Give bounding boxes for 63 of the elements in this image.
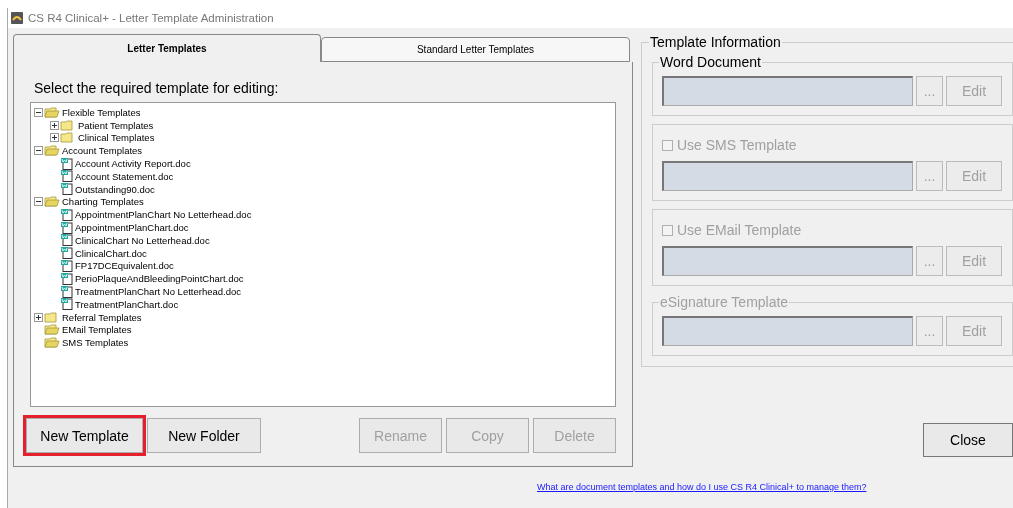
checkbox-label: Use EMail Template <box>677 222 802 238</box>
template-file-item[interactable]: ClinicalChart.doc <box>75 247 147 259</box>
open-folder-icon <box>44 324 60 336</box>
tab[interactable]: Letter Templates <box>13 34 321 62</box>
template-file-item[interactable]: TreatmentPlanChart.doc <box>75 298 179 310</box>
document-icon <box>60 247 73 260</box>
document-icon <box>60 298 73 311</box>
template-file-item[interactable]: Outstanding90.doc <box>75 183 155 195</box>
collapse-toggle[interactable] <box>34 197 43 207</box>
document-icon <box>60 221 73 234</box>
template-folder-item[interactable]: EMail Templates <box>62 324 132 336</box>
template-folder-item[interactable]: Clinical Templates <box>78 132 155 144</box>
template-file-item[interactable]: ClinicalChart No Letterhead.doc <box>75 234 210 246</box>
open-folder-icon <box>44 145 60 157</box>
document-icon <box>60 183 73 196</box>
template-folder-item[interactable]: Account Templates <box>62 145 143 157</box>
document-icon <box>60 234 73 247</box>
section-title: Word Document <box>659 54 762 70</box>
folder-icon <box>60 119 76 131</box>
template-folder-item[interactable]: SMS Templates <box>62 337 129 349</box>
template-file-item[interactable]: PerioPlaqueAndBleedingPointChart.doc <box>75 273 244 285</box>
help-link[interactable]: What are document templates and how do I use CS R4 Clinical+ to manage them? <box>537 481 867 494</box>
expand-toggle[interactable] <box>50 133 59 143</box>
template-file-item[interactable]: FP17DCEquivalent.doc <box>75 260 174 272</box>
instruction-text: Select the required template for editing: <box>34 80 280 96</box>
action-button[interactable]: New Folder <box>147 418 261 453</box>
section-title: eSignature Template <box>659 294 790 310</box>
action-button[interactable]: New Template <box>26 418 143 453</box>
collapse-toggle[interactable] <box>34 146 43 156</box>
template-file-item[interactable]: TreatmentPlanChart No Letterhead.doc <box>75 286 241 298</box>
file-path-field[interactable] <box>662 76 913 106</box>
file-path-field[interactable] <box>662 316 913 346</box>
expand-toggle[interactable] <box>50 120 59 130</box>
document-icon <box>60 272 73 285</box>
checkbox-label: Use SMS Template <box>677 137 797 153</box>
document-icon <box>60 285 73 298</box>
document-icon <box>60 208 73 221</box>
expand-toggle[interactable] <box>34 312 43 322</box>
template-file-item[interactable]: Account Activity Report.doc <box>75 158 191 170</box>
open-folder-icon <box>44 106 60 118</box>
template-folder-item[interactable]: Patient Templates <box>78 119 154 131</box>
file-path-field[interactable] <box>662 161 913 191</box>
group-title: Template Information <box>649 34 782 50</box>
template-folder-item[interactable]: Flexible Templates <box>62 106 141 118</box>
folder-icon <box>60 132 76 144</box>
open-folder-icon <box>44 196 60 208</box>
open-folder-icon <box>44 337 60 349</box>
document-icon <box>60 170 73 183</box>
template-file-item[interactable]: AppointmentPlanChart No Letterhead.doc <box>75 209 252 221</box>
collapse-toggle[interactable] <box>34 107 43 117</box>
folder-icon <box>44 311 60 323</box>
template-folder-item[interactable]: Charting Templates <box>62 196 144 208</box>
app-icon <box>11 12 23 24</box>
template-folder-item[interactable]: Referral Templates <box>62 311 142 323</box>
template-file-item[interactable]: AppointmentPlanChart.doc <box>75 222 189 234</box>
close-button[interactable]: Close <box>923 423 1013 457</box>
file-path-field[interactable] <box>662 246 913 276</box>
document-icon <box>60 259 73 272</box>
tab[interactable]: Standard Letter Templates <box>321 37 630 62</box>
template-tree[interactable] <box>30 102 616 407</box>
document-icon <box>60 157 73 170</box>
template-file-item[interactable]: Account Statement.doc <box>75 170 174 182</box>
window-title: CS R4 Clinical+ - Letter Template Administration <box>28 12 274 24</box>
